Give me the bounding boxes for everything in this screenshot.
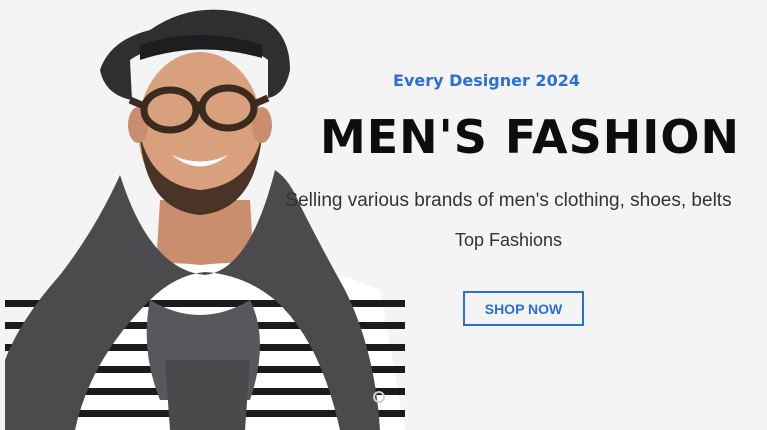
hero-subtitle: Selling various brands of men's clothing… bbox=[285, 190, 732, 211]
hero-title: MEN'S FASHION bbox=[319, 110, 740, 164]
shop-now-button[interactable]: SHOP NOW bbox=[463, 291, 584, 326]
hero-content: Every Designer 2024 MEN'S FASHION Sellin… bbox=[285, 0, 767, 430]
hero-banner: Every Designer 2024 MEN'S FASHION Sellin… bbox=[0, 0, 767, 430]
hero-tagline: Top Fashions bbox=[454, 230, 563, 250]
slider-dot[interactable] bbox=[373, 391, 385, 403]
hero-eyebrow: Every Designer 2024 bbox=[393, 71, 580, 90]
